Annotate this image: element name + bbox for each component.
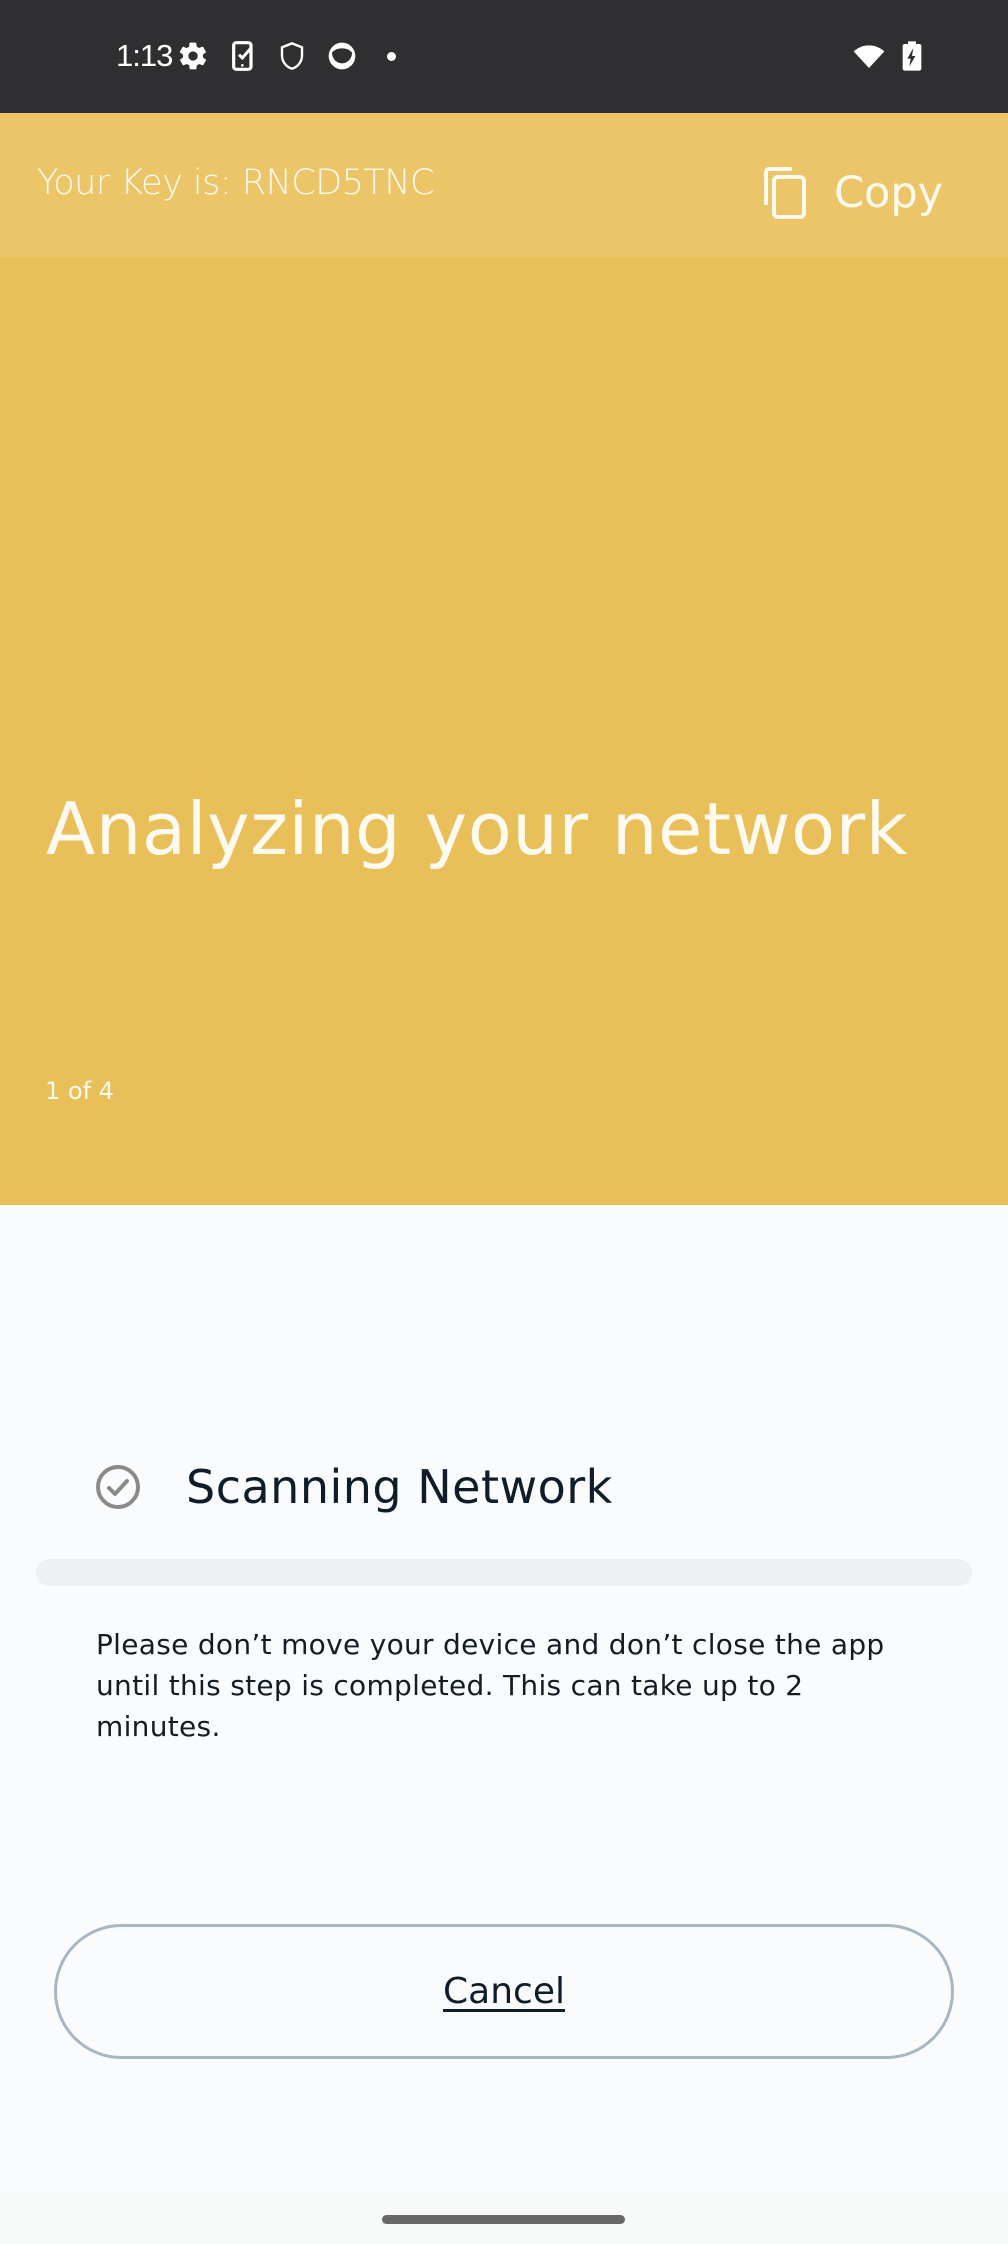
status-bar: 1:13 [0, 0, 1008, 113]
step-indicator: 1 of 4 [45, 1077, 114, 1105]
cancel-button[interactable]: Cancel [54, 1924, 954, 2059]
key-bar: Your Key is: RNCD5TNC Copy [0, 113, 1008, 257]
home-gesture-handle[interactable] [382, 2215, 625, 2224]
key-label: Your Key is: RNCD5TNC [37, 163, 434, 203]
copy-button[interactable]: Copy [762, 163, 943, 223]
copy-label: Copy [834, 168, 944, 218]
status-time: 1:13 [116, 38, 173, 73]
wifi-icon [853, 45, 885, 68]
settings-gear-icon [179, 42, 207, 70]
app-notification-icon [328, 42, 356, 70]
cancel-label: Cancel [443, 1971, 565, 2012]
page-title: Analyzing your network [46, 787, 908, 871]
shield-icon [280, 42, 304, 70]
progress-bar [36, 1559, 972, 1586]
check-circle-icon [96, 1465, 140, 1509]
step-header: Scanning Network [94, 1460, 613, 1514]
copy-icon [764, 167, 806, 219]
step-title: Scanning Network [186, 1460, 613, 1514]
more-dot-icon [387, 52, 396, 61]
hero-banner: Analyzing your network 1 of 4 [0, 257, 1008, 1205]
phone-check-icon [232, 41, 253, 71]
battery-charging-icon [902, 41, 922, 71]
navigation-bar [0, 2192, 1008, 2244]
step-description: Please don’t move your device and don’t … [96, 1628, 885, 1743]
